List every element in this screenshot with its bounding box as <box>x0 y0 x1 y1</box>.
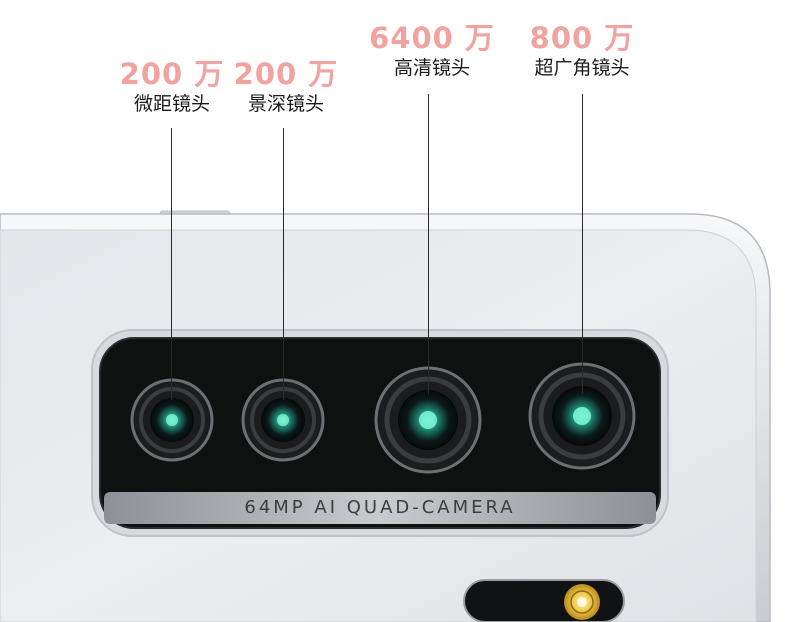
callout-ultra-wide: 800 万 超广角镜头 <box>530 22 635 80</box>
depth-megapixels: 200 万 <box>233 57 339 91</box>
main-megapixels: 6400 万 <box>369 21 495 55</box>
callout-depth: 200 万 景深镜头 <box>234 58 339 116</box>
depth-lens-label: 景深镜头 <box>247 93 325 115</box>
macro-megapixels: 200 万 <box>119 57 225 91</box>
ultra-wide-megapixels: 800 万 <box>529 21 635 55</box>
main-lens-label: 高清镜头 <box>393 57 470 79</box>
macro-leader-line <box>171 128 172 400</box>
depth-leader-line <box>283 128 284 400</box>
macro-lens <box>130 378 214 462</box>
ultra-wide-leader-line <box>582 94 583 394</box>
callout-main: 6400 万 高清镜头 <box>369 22 495 80</box>
camera-band-text: 64MP AI QUAD-CAMERA <box>244 497 516 518</box>
flash-module <box>463 579 625 622</box>
macro-lens-label: 微距镜头 <box>133 93 211 115</box>
ultra-wide-lens-label: 超广角镜头 <box>534 57 630 79</box>
camera-feature-graphic: 200 万 微距镜头 200 万 景深镜头 6400 万 高清镜头 800 万 … <box>0 0 800 622</box>
callout-macro: 200 万 微距镜头 <box>120 58 225 116</box>
main-leader-line <box>428 94 429 394</box>
